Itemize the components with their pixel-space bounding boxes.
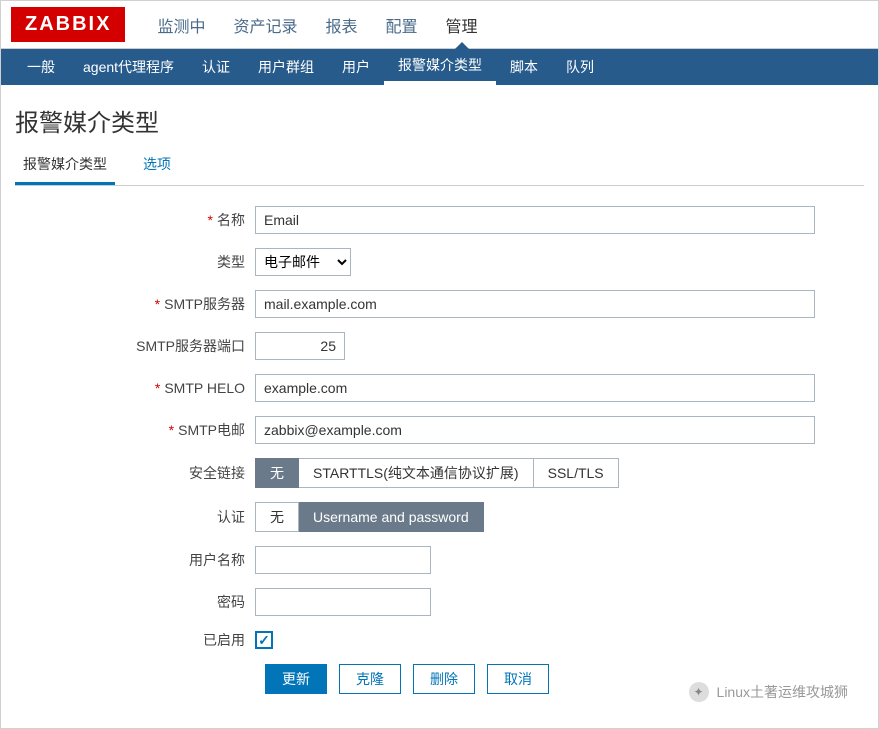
topnav-admin[interactable]: 管理 <box>432 1 492 49</box>
subnav-proxies[interactable]: agent代理程序 <box>69 49 188 85</box>
smtp-port-input[interactable] <box>255 332 345 360</box>
subnav-scripts[interactable]: 脚本 <box>496 49 552 85</box>
top-bar: ZABBIX 监测中 资产记录 报表 配置 管理 <box>1 1 878 49</box>
logo: ZABBIX <box>11 7 125 42</box>
subnav-mediatypes[interactable]: 报警媒介类型 <box>384 49 496 85</box>
smtp-helo-label: *SMTP HELO <box>15 380 255 396</box>
security-segmented: 无 STARTTLS(纯文本通信协议扩展) SSL/TLS <box>255 458 619 488</box>
type-label: 类型 <box>15 252 255 272</box>
subnav-users[interactable]: 用户 <box>328 49 384 85</box>
form: *名称 类型 电子邮件 *SMTP服务器 SMTP服务器端口 *SMTP HEL… <box>1 206 878 694</box>
smtp-email-input[interactable] <box>255 416 815 444</box>
update-button[interactable]: 更新 <box>265 664 327 694</box>
security-starttls[interactable]: STARTTLS(纯文本通信协议扩展) <box>299 458 534 488</box>
smtp-server-input[interactable] <box>255 290 815 318</box>
security-label: 安全链接 <box>15 463 255 483</box>
auth-label: 认证 <box>15 507 255 527</box>
smtp-email-label: *SMTP电邮 <box>15 420 255 440</box>
subnav-usergroups[interactable]: 用户群组 <box>244 49 328 85</box>
watermark-text: Linux土著运维攻城狮 <box>717 682 848 702</box>
tab-mediatype[interactable]: 报警媒介类型 <box>15 148 115 185</box>
topnav-inventory[interactable]: 资产记录 <box>219 1 311 49</box>
subnav-auth[interactable]: 认证 <box>188 49 244 85</box>
subnav-general[interactable]: 一般 <box>13 49 69 85</box>
sub-nav: 一般 agent代理程序 认证 用户群组 用户 报警媒介类型 脚本 队列 <box>1 49 878 85</box>
subnav-queue[interactable]: 队列 <box>552 49 608 85</box>
auth-segmented: 无 Username and password <box>255 502 484 532</box>
username-input[interactable] <box>255 546 431 574</box>
name-input[interactable] <box>255 206 815 234</box>
topnav-monitor[interactable]: 监测中 <box>143 1 219 49</box>
username-label: 用户名称 <box>15 550 255 570</box>
name-label: *名称 <box>15 210 255 230</box>
topnav-config[interactable]: 配置 <box>372 1 432 49</box>
security-none[interactable]: 无 <box>255 458 299 488</box>
enabled-label: 已启用 <box>15 630 255 650</box>
smtp-server-label: *SMTP服务器 <box>15 294 255 314</box>
delete-button[interactable]: 删除 <box>413 664 475 694</box>
cancel-button[interactable]: 取消 <box>487 664 549 694</box>
topnav-reports[interactable]: 报表 <box>311 1 371 49</box>
password-input[interactable] <box>255 588 431 616</box>
enabled-checkbox[interactable]: ✓ <box>255 631 273 649</box>
clone-button[interactable]: 克隆 <box>339 664 401 694</box>
password-label: 密码 <box>15 592 255 612</box>
caret-down-icon <box>454 34 470 50</box>
tabs: 报警媒介类型 选项 <box>15 148 864 186</box>
security-ssltls[interactable]: SSL/TLS <box>534 458 619 488</box>
type-select[interactable]: 电子邮件 <box>255 248 351 276</box>
auth-none[interactable]: 无 <box>255 502 299 532</box>
watermark: ✦ Linux土著运维攻城狮 <box>689 682 848 702</box>
tab-options[interactable]: 选项 <box>135 148 179 185</box>
smtp-helo-input[interactable] <box>255 374 815 402</box>
page-title: 报警媒介类型 <box>1 85 878 148</box>
wechat-icon: ✦ <box>689 682 709 702</box>
auth-userpass[interactable]: Username and password <box>299 502 484 532</box>
smtp-port-label: SMTP服务器端口 <box>15 336 255 356</box>
